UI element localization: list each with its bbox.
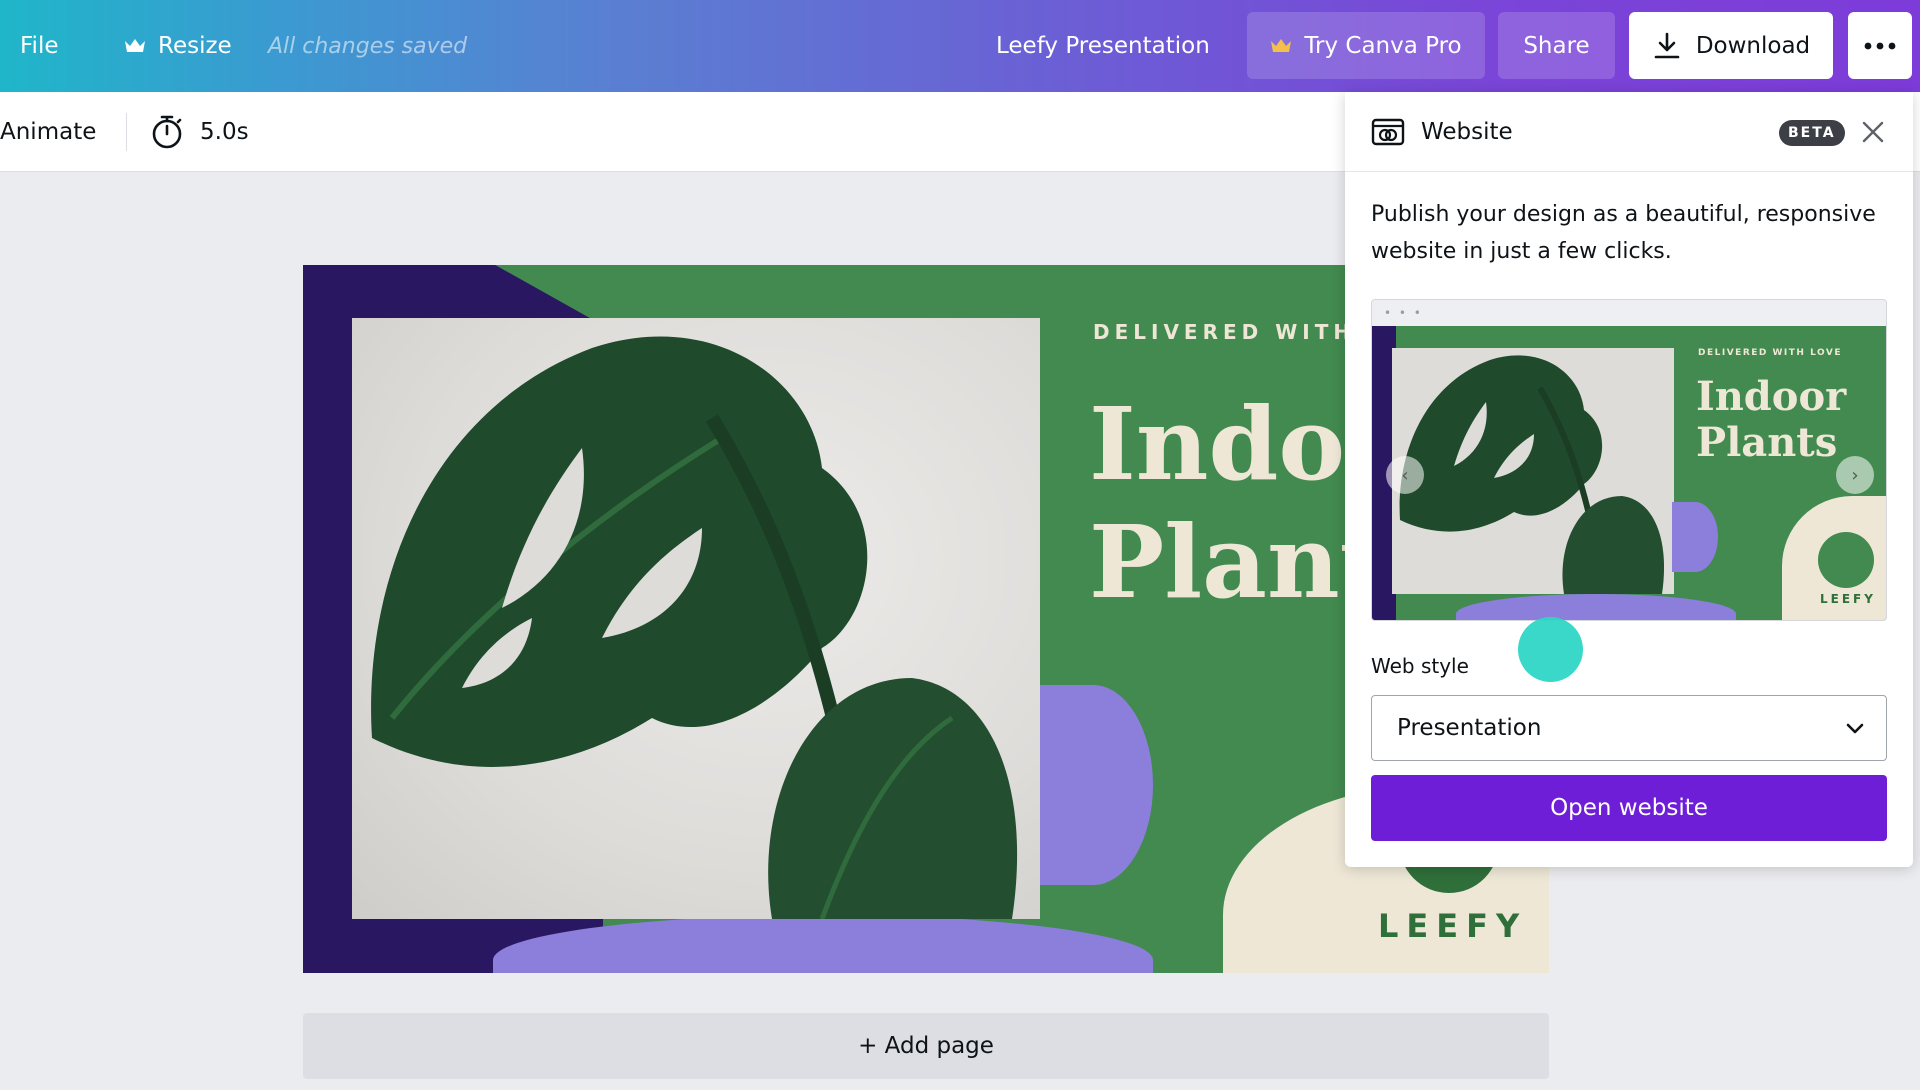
panel-header: Website BETA [1345, 92, 1913, 172]
slide-lavender-shape [1033, 685, 1153, 885]
web-style-label: Web style [1371, 654, 1469, 678]
browser-dots-icon: • • • [1384, 306, 1423, 320]
preview-prev-button[interactable]: ‹ [1386, 456, 1424, 494]
preview-lavender-shape [1456, 594, 1736, 620]
preview-title: Indoor Plants [1696, 374, 1846, 466]
preview-slide: DELIVERED WITH LOVE Indoor Plants LEEFY … [1372, 326, 1886, 620]
animate-button[interactable]: Animate [0, 92, 96, 172]
close-icon [1862, 121, 1884, 143]
try-canva-pro-button[interactable]: Try Canva Pro [1247, 12, 1485, 79]
preview-brand-name: LEEFY [1820, 592, 1876, 606]
monstera-leaf-image [1399, 355, 1665, 594]
toolbar-divider [126, 113, 127, 151]
open-website-button[interactable]: Open website [1371, 775, 1887, 841]
save-status: All changes saved [268, 33, 468, 59]
chevron-right-icon: › [1851, 464, 1859, 486]
more-options-button[interactable] [1848, 12, 1912, 79]
preview-title-line: Plants [1696, 419, 1838, 466]
duration-label: 5.0s [200, 119, 249, 145]
website-preview[interactable]: • • • DELIVERED WITH LOVE Indoor Plants [1371, 299, 1887, 621]
preview-photo [1392, 348, 1674, 594]
preview-browser-bar: • • • [1372, 300, 1886, 326]
resize-label: Resize [158, 33, 232, 59]
try-canva-pro-label: Try Canva Pro [1304, 32, 1462, 59]
monstera-photo[interactable] [352, 318, 1040, 919]
share-button[interactable]: Share [1498, 12, 1615, 79]
crown-icon [125, 39, 145, 52]
timing-button[interactable]: 5.0s [150, 92, 249, 172]
web-style-select[interactable]: Presentation [1371, 695, 1887, 761]
chevron-left-icon: ‹ [1401, 464, 1409, 486]
add-page-button[interactable]: + Add page [303, 1013, 1549, 1079]
panel-description: Publish your design as a beautiful, resp… [1371, 202, 1876, 264]
chevron-down-icon [1846, 723, 1864, 734]
monstera-leaf-image [371, 336, 1018, 919]
crown-icon [1271, 38, 1292, 52]
website-icon [1371, 118, 1405, 146]
slide-brand-name[interactable]: LEEFY [1378, 907, 1527, 945]
preview-next-button[interactable]: › [1836, 456, 1874, 494]
download-label: Download [1695, 32, 1811, 59]
resize-button[interactable]: Resize [124, 0, 232, 92]
preview-subtitle: DELIVERED WITH LOVE [1698, 348, 1843, 358]
beta-badge: BETA [1779, 120, 1845, 146]
leefy-logo-icon [1818, 532, 1874, 588]
download-icon [1654, 32, 1680, 58]
more-horizontal-icon [1864, 42, 1896, 49]
top-bar: File Resize All changes saved Leefy Pres… [0, 0, 1920, 92]
download-button[interactable]: Download [1629, 12, 1833, 79]
cursor-highlight [1518, 617, 1583, 682]
stopwatch-icon [152, 115, 182, 149]
close-panel-button[interactable] [1857, 116, 1889, 148]
slide-subtitle[interactable]: DELIVERED WITH [1093, 320, 1355, 344]
file-menu-button[interactable]: File [20, 0, 59, 92]
panel-title: Website [1421, 119, 1513, 145]
website-panel: Website BETA Publish your design as a be… [1345, 92, 1913, 867]
preview-lavender-shape [1672, 502, 1718, 572]
preview-title-line: Indoor [1696, 373, 1847, 420]
web-style-value: Presentation [1397, 715, 1542, 741]
document-title[interactable]: Leefy Presentation [996, 0, 1210, 92]
share-label: Share [1523, 32, 1590, 59]
